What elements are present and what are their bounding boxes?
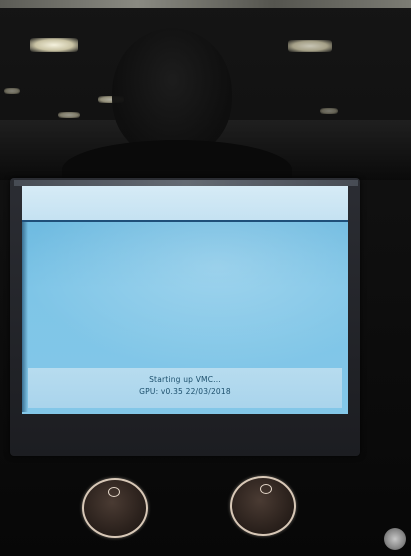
startup-message: Starting up VMC... <box>149 375 221 384</box>
badge-icon <box>384 528 406 550</box>
screen-title-bar <box>22 186 348 222</box>
ceiling-light <box>58 112 80 118</box>
right-hardware-button[interactable] <box>230 476 296 536</box>
ceiling-light <box>288 40 332 52</box>
reflection-head <box>112 28 232 158</box>
circle-button-icon <box>260 484 272 494</box>
screen-glow <box>22 222 348 372</box>
photo-scene: Starting up VMC... GPU: v0.35 22/03/2018 <box>0 0 411 556</box>
ceiling-light <box>30 38 78 52</box>
ceiling-light <box>320 108 338 114</box>
circle-button-icon <box>108 487 120 497</box>
status-panel: Starting up VMC... GPU: v0.35 22/03/2018 <box>28 368 342 408</box>
ceiling-strip <box>0 0 411 8</box>
ceiling-light <box>4 88 20 94</box>
left-hardware-button[interactable] <box>82 478 148 538</box>
lcd-screen: Starting up VMC... GPU: v0.35 22/03/2018 <box>22 186 348 414</box>
gpu-version: GPU: v0.35 22/03/2018 <box>139 387 231 396</box>
